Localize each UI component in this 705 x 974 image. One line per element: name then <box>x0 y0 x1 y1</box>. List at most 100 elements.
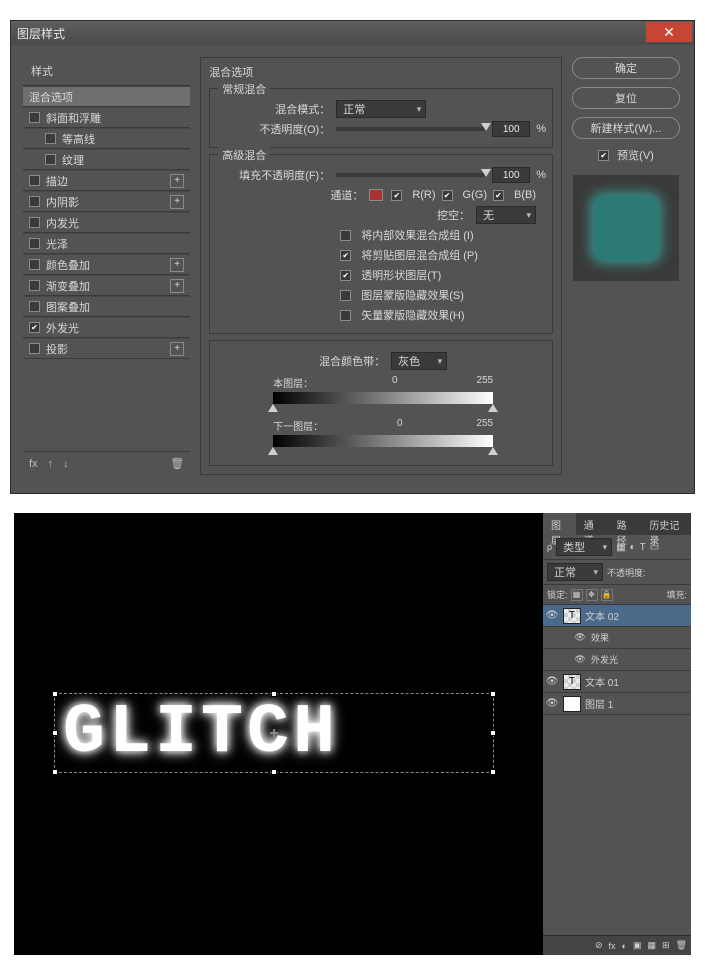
layer-row[interactable]: 👁T文本 02 <box>543 605 691 627</box>
filter-adjust-icon[interactable]: ◐ <box>630 542 636 553</box>
style-row-内阴影[interactable]: 内阴影+ <box>23 191 190 212</box>
style-row-图案叠加[interactable]: 图案叠加 <box>23 296 190 317</box>
adv-check[interactable] <box>340 230 351 241</box>
knockout-select[interactable]: 无 <box>476 206 536 224</box>
style-check[interactable] <box>29 238 40 249</box>
handle-top-right[interactable] <box>490 691 496 697</box>
style-check[interactable] <box>45 133 56 144</box>
panel-tab-历史记录[interactable]: 历史记录 <box>641 513 691 535</box>
canvas[interactable]: GLITCH <box>14 513 543 955</box>
visibility-icon[interactable]: 👁 <box>545 676 559 687</box>
layers-footer-icon[interactable]: 🗑 <box>676 940 687 951</box>
style-check[interactable] <box>29 322 40 333</box>
channel-r-swatch[interactable] <box>369 189 383 201</box>
cancel-button[interactable]: 复位 <box>572 87 680 109</box>
arrow-down-icon[interactable]: ↓ <box>63 458 69 470</box>
handle-bot-mid[interactable] <box>271 769 277 775</box>
close-button[interactable]: ✕ <box>646 22 692 42</box>
layer-kind-select[interactable]: 类型 <box>556 538 612 556</box>
layer-row[interactable]: 👁T文本 01 <box>543 671 691 693</box>
ok-button[interactable]: 确定 <box>572 57 680 79</box>
layer-row[interactable]: 👁外发光 <box>543 649 691 671</box>
layer-row[interactable]: 👁效果 <box>543 627 691 649</box>
lock-all-icon[interactable]: 🔒 <box>601 589 613 601</box>
visibility-icon[interactable]: 👁 <box>573 632 587 643</box>
filter-type-icon[interactable]: T <box>640 542 646 553</box>
filter-shape-icon[interactable]: ▭ <box>650 542 659 553</box>
style-check[interactable] <box>29 112 40 123</box>
style-check[interactable] <box>29 280 40 291</box>
add-effect-icon[interactable]: + <box>170 195 184 209</box>
filter-image-icon[interactable]: ▦ <box>616 542 625 553</box>
style-check[interactable] <box>29 259 40 270</box>
add-effect-icon[interactable]: + <box>170 174 184 188</box>
style-check[interactable] <box>29 217 40 228</box>
lock-pixels-icon[interactable]: ▦ <box>571 589 583 601</box>
panel-tab-图层[interactable]: 图层 <box>543 513 576 535</box>
adv-check[interactable] <box>340 250 351 261</box>
style-check[interactable] <box>29 301 40 312</box>
style-row-内发光[interactable]: 内发光 <box>23 212 190 233</box>
visibility-icon[interactable]: 👁 <box>545 698 559 709</box>
adv-check-label: 透明形状图层(T) <box>361 267 441 283</box>
style-row-斜面和浮雕[interactable]: 斜面和浮雕 <box>23 107 190 128</box>
layers-footer-icon[interactable]: ▦ <box>648 940 657 951</box>
under-layer-bar[interactable] <box>273 435 493 447</box>
handle-mid-left[interactable] <box>52 730 58 736</box>
style-row-渐变叠加[interactable]: 渐变叠加+ <box>23 275 190 296</box>
blend-mode-select[interactable]: 正常 <box>336 100 426 118</box>
handle-top-left[interactable] <box>52 691 58 697</box>
layers-footer-icon[interactable]: ◐ <box>622 941 627 951</box>
blendif-select[interactable]: 灰色 <box>391 352 447 370</box>
opacity-value[interactable]: 100 <box>492 121 530 137</box>
add-effect-icon[interactable]: + <box>170 342 184 356</box>
add-effect-icon[interactable]: + <box>170 279 184 293</box>
channel-g-check[interactable] <box>442 190 453 201</box>
layer-blend-select[interactable]: 正常 <box>547 563 603 581</box>
handle-bot-right[interactable] <box>490 769 496 775</box>
style-row-等高线[interactable]: 等高线 <box>23 128 190 149</box>
fill-value[interactable]: 100 <box>492 167 530 183</box>
handle-center[interactable] <box>270 729 278 737</box>
style-row-光泽[interactable]: 光泽 <box>23 233 190 254</box>
style-row-投影[interactable]: 投影+ <box>23 338 190 359</box>
style-check[interactable] <box>29 343 40 354</box>
preview-check[interactable] <box>598 150 609 161</box>
new-style-button[interactable]: 新建样式(W)... <box>572 117 680 139</box>
style-row-纹理[interactable]: 纹理 <box>23 149 190 170</box>
adv-check[interactable] <box>340 290 351 301</box>
layer-row[interactable]: 👁图层 1 <box>543 693 691 715</box>
style-row-颜色叠加[interactable]: 颜色叠加+ <box>23 254 190 275</box>
dialog-titlebar[interactable]: 图层样式 ✕ <box>11 21 694 45</box>
style-row-外发光[interactable]: 外发光 <box>23 317 190 338</box>
handle-bot-left[interactable] <box>52 769 58 775</box>
handle-top-mid[interactable] <box>271 691 277 697</box>
trash-icon[interactable]: 🗑 <box>170 457 184 470</box>
arrow-up-icon[interactable]: ↑ <box>48 458 54 470</box>
style-row-混合选项[interactable]: 混合选项 <box>23 86 190 107</box>
style-row-描边[interactable]: 描边+ <box>23 170 190 191</box>
fill-slider[interactable] <box>336 173 486 177</box>
adv-check[interactable] <box>340 270 351 281</box>
channel-r-check[interactable] <box>391 190 402 201</box>
text-transform-box[interactable]: GLITCH <box>54 693 494 773</box>
opacity-slider[interactable] <box>336 127 486 131</box>
add-effect-icon[interactable]: + <box>170 258 184 272</box>
visibility-icon[interactable]: 👁 <box>573 654 587 665</box>
panel-tab-通道[interactable]: 通道 <box>576 513 609 535</box>
style-check[interactable] <box>45 154 56 165</box>
layers-footer-icon[interactable]: fx <box>609 941 616 951</box>
style-check[interactable] <box>29 196 40 207</box>
layers-footer-icon[interactable]: ⊞ <box>662 940 670 951</box>
style-check[interactable] <box>29 175 40 186</box>
layer-fill-label: 填充: <box>666 588 687 601</box>
adv-check[interactable] <box>340 310 351 321</box>
this-layer-bar[interactable] <box>273 392 493 404</box>
lock-position-icon[interactable]: ✥ <box>586 589 598 601</box>
panel-tab-路径[interactable]: 路径 <box>609 513 642 535</box>
layers-footer-icon[interactable]: ⊘ <box>595 940 603 951</box>
handle-mid-right[interactable] <box>490 730 496 736</box>
channel-b-check[interactable] <box>493 190 504 201</box>
visibility-icon[interactable]: 👁 <box>545 610 559 621</box>
layers-footer-icon[interactable]: ▣ <box>633 940 642 951</box>
